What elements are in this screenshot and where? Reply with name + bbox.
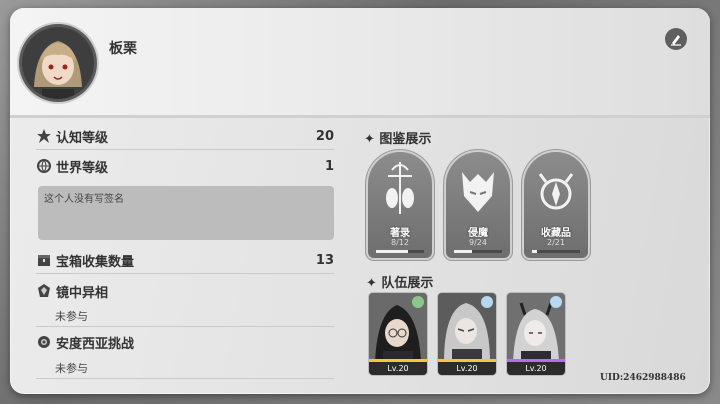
codex-name: 著录	[390, 228, 410, 239]
codex-card-collectibles[interactable]: 收藏品 2/21	[524, 152, 588, 258]
signature-text: 这个人没有写签名	[44, 194, 124, 205]
signature-box: 这个人没有写签名	[38, 186, 334, 240]
codex-section-title: ✦ 图鉴展示	[364, 128, 431, 147]
world-level-row: 世界等级 1	[36, 154, 334, 178]
team-member-card[interactable]: Lv.20	[369, 293, 427, 375]
sparkle-icon: ✦	[366, 276, 382, 291]
team-member-card[interactable]: Lv.20	[438, 293, 496, 375]
andesia-challenge-label: 安度西亚挑战	[56, 336, 135, 352]
sparkle-icon: ✦	[364, 132, 380, 147]
codex-name: 侵魔	[468, 228, 488, 239]
leaf-icon	[412, 296, 424, 308]
avatar[interactable]	[22, 27, 94, 99]
edit-profile-button[interactable]	[665, 28, 687, 50]
team-section-title: ✦ 队伍展示	[366, 272, 433, 291]
snowflake-icon	[550, 296, 562, 308]
codex-progress-bar	[454, 250, 502, 253]
member-level: Lv.20	[438, 362, 496, 375]
chest-count-row: 宝箱收集数量 13	[36, 248, 334, 272]
codex-count: 8/12	[391, 238, 409, 247]
world-level-value: 1	[324, 158, 334, 174]
cognition-level-label: 认知等级	[56, 130, 109, 146]
edit-icon	[671, 35, 681, 46]
andesia-icon	[38, 336, 50, 348]
chest-count-label: 宝箱收集数量	[56, 254, 135, 270]
codex-progress-fill	[532, 250, 537, 253]
collectibles-emblem-icon	[538, 173, 574, 210]
codex-count: 9/24	[469, 238, 487, 247]
records-emblem-icon	[386, 162, 414, 214]
divider	[36, 149, 334, 150]
mirror-anomaly-row: 镜中异相	[36, 279, 334, 303]
codex-progress-bar	[376, 250, 424, 253]
uid-label: UID:2462988486	[600, 373, 686, 383]
codex-title-text: 图鉴展示	[379, 132, 432, 147]
codex-progress-fill	[454, 250, 473, 253]
team-member-card[interactable]: Lv.20	[507, 293, 565, 375]
team-title-text: 队伍展示	[381, 276, 434, 291]
world-icon	[37, 159, 51, 173]
divider	[36, 273, 334, 274]
andesia-challenge-status: 未参与	[55, 362, 88, 375]
world-level-label: 世界等级	[56, 160, 109, 176]
invaders-emblem-icon	[462, 172, 494, 212]
codex-card-invaders[interactable]: 侵魔 9/24	[446, 152, 510, 258]
profile-header: 板栗	[10, 8, 710, 118]
cognition-level-value: 20	[315, 128, 334, 144]
andesia-challenge-row: 安度西亚挑战	[36, 330, 334, 354]
mirror-anomaly-status: 未参与	[55, 310, 88, 323]
codex-progress-bar	[532, 250, 580, 253]
codex-name: 收藏品	[541, 228, 571, 239]
divider	[36, 326, 334, 327]
chest-count-value: 13	[315, 252, 334, 268]
codex-progress-fill	[376, 250, 409, 253]
mirror-icon	[38, 284, 50, 297]
player-name: 板栗	[109, 41, 137, 57]
cognition-icon	[37, 129, 51, 143]
divider	[36, 378, 334, 379]
profile-card: 板栗 认知等级 20 世界等级 1 这个人没有写签名 宝箱收集数量 13 镜中异…	[10, 8, 710, 394]
snowflake-icon	[481, 296, 493, 308]
mirror-anomaly-label: 镜中异相	[56, 285, 109, 301]
member-level: Lv.20	[507, 362, 565, 375]
chest-icon	[38, 255, 50, 266]
codex-card-records[interactable]: 著录 8/12	[368, 152, 432, 258]
member-level: Lv.20	[369, 362, 427, 375]
cognition-level-row: 认知等级 20	[36, 124, 334, 148]
codex-count: 2/21	[547, 238, 565, 247]
